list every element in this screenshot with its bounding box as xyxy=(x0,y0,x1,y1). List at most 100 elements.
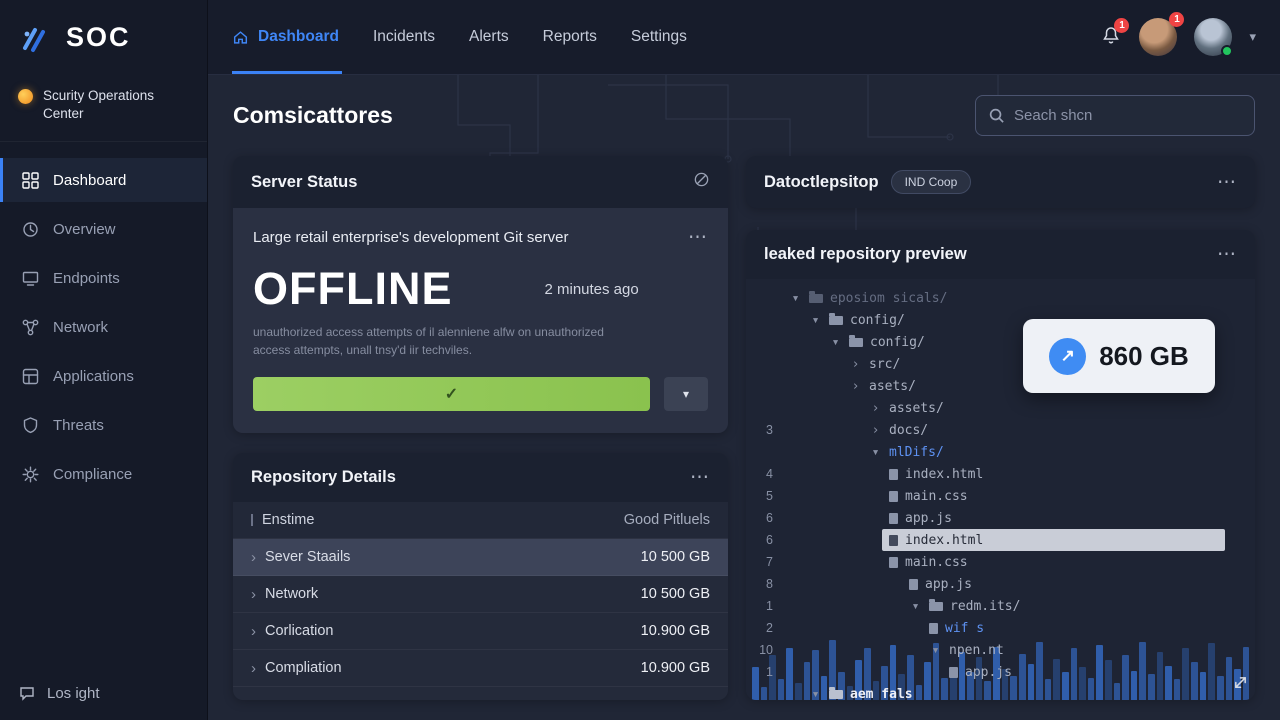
file-icon xyxy=(949,667,958,678)
search-input[interactable] xyxy=(1014,107,1242,124)
resize-handle[interactable] xyxy=(1233,675,1248,695)
tree-item-index-html[interactable]: 4index.html xyxy=(746,463,1255,485)
tree-item-main: ▾npen.nt xyxy=(922,639,1011,661)
topnav-right: 1 1 ▾ xyxy=(1100,18,1256,56)
server-menu-ellipsis-icon[interactable]: ⋯ xyxy=(688,228,708,247)
line-number: 5 xyxy=(746,489,782,503)
repository-preview-card: leaked repository preview ⋯ ▾eposiom sic… xyxy=(746,230,1255,700)
tree-item-wif-s[interactable]: 2wif s xyxy=(746,617,1255,639)
line-number: 10 xyxy=(746,643,782,657)
table-row-enstime[interactable]: EnstimeGood Pitluels xyxy=(233,502,728,539)
status-blocked-icon[interactable] xyxy=(693,171,710,193)
tree-item-label: config/ xyxy=(850,313,905,328)
sidebar-item-network[interactable]: Network xyxy=(0,305,207,349)
table-row-network[interactable]: ›Network10 500 GB xyxy=(233,576,728,613)
tree-item-npen-nt[interactable]: 10 ▾npen.nt xyxy=(746,639,1255,661)
logo: SOC xyxy=(0,0,207,75)
caret-right-icon: › xyxy=(849,379,862,394)
sidebar-item-label: Applications xyxy=(53,368,134,385)
preview-menu-ellipsis-icon[interactable]: ⋯ xyxy=(1217,245,1237,264)
tree-item-eposiom-sicals-[interactable]: ▾eposiom sicals/ xyxy=(746,287,1255,309)
table-row-compliation[interactable]: ›Compliation10.900 GB xyxy=(233,650,728,687)
repo-size-value: 860 GB xyxy=(1099,341,1189,372)
tree-item-label: assets/ xyxy=(889,401,944,416)
check-icon: ✓ xyxy=(445,386,458,403)
leak-menu-ellipsis-icon[interactable]: ⋯ xyxy=(1217,173,1237,192)
tab-reports[interactable]: Reports xyxy=(526,0,614,74)
tree-item-main: ›src/ xyxy=(842,353,907,375)
chevron-down-icon: ▾ xyxy=(683,387,689,401)
repository-preview-header: leaked repository preview ⋯ xyxy=(746,230,1255,279)
sidebar-item-logout[interactable]: Los ight xyxy=(0,666,207,720)
left-column: Server Status Large retail enterprise's … xyxy=(233,156,728,700)
sidebar-item-endpoints[interactable]: Endpoints xyxy=(0,256,207,300)
tab-incidents[interactable]: Incidents xyxy=(356,0,452,74)
tree-item-app-js[interactable]: 6app.js xyxy=(746,507,1255,529)
sidebar-item-label: Overview xyxy=(53,221,116,238)
sidebar-item-applications[interactable]: Applications xyxy=(0,354,207,398)
notifications-button[interactable]: 1 xyxy=(1100,24,1122,51)
repo-size-stat[interactable]: ↗ 860 GB xyxy=(1023,319,1215,393)
tree-item-label: app.js xyxy=(965,665,1012,680)
caret-down-icon: ▾ xyxy=(789,291,802,306)
search-box[interactable] xyxy=(975,95,1255,136)
tree-item-docs-[interactable]: 3›docs/ xyxy=(746,419,1255,441)
caret-right-icon: › xyxy=(251,623,256,640)
overview-icon xyxy=(21,220,40,239)
caret-down-icon: ▾ xyxy=(869,445,882,460)
tree-item-main: main.css xyxy=(882,551,975,573)
notification-badge: 1 xyxy=(1114,18,1129,33)
leak-source-badge: IND Coop xyxy=(891,170,972,194)
avatar-profile[interactable] xyxy=(1194,18,1232,56)
tab-dashboard[interactable]: Dashboard xyxy=(232,0,356,74)
server-status-time: 2 minutes ago xyxy=(544,281,638,298)
tree-item-main: ▾redm.its/ xyxy=(902,595,1027,617)
tree-item-main: main.css xyxy=(882,485,975,507)
avatar-badge: 1 xyxy=(1169,12,1184,27)
tree-item-mldifs-[interactable]: ▾mlDifs/ xyxy=(746,441,1255,463)
tree-item-label: app.js xyxy=(905,511,952,526)
tree-item-main: app.js xyxy=(942,661,1019,683)
row-label: Network xyxy=(265,586,318,602)
profile-chevron-down-icon[interactable]: ▾ xyxy=(1249,29,1256,45)
content-header: Comsicattores xyxy=(233,95,1255,136)
tree-item-main: ▾eposiom sicals/ xyxy=(782,287,954,309)
sidebar-item-dashboard[interactable]: Dashboard xyxy=(0,158,207,202)
network-icon xyxy=(21,318,40,337)
repository-menu-ellipsis-icon[interactable]: ⋯ xyxy=(690,468,710,487)
confirm-dropdown-button[interactable]: ▾ xyxy=(664,377,708,411)
avatar-messages[interactable]: 1 xyxy=(1139,18,1177,56)
tree-item-redm-its-[interactable]: 1▾redm.its/ xyxy=(746,595,1255,617)
tree-item-aem-fals[interactable]: ▾aem fals xyxy=(746,683,1255,700)
tree-item-main: app.js xyxy=(902,573,979,595)
tab-label: Alerts xyxy=(469,28,509,46)
app-root: SOC Scurity Operations Center DashboardO… xyxy=(0,0,1280,720)
main-area: DashboardIncidentsAlertsReportsSettings … xyxy=(208,0,1280,720)
caret-right-icon: › xyxy=(251,586,256,603)
repository-details-rows: EnstimeGood Pitluels›Sever Staails10 500… xyxy=(233,502,728,700)
tab-label: Reports xyxy=(543,28,597,46)
tree-item-app-js[interactable]: 1app.js xyxy=(746,661,1255,683)
tree-item-index-html[interactable]: 6index.html xyxy=(746,529,1255,551)
sidebar-item-label: Dashboard xyxy=(53,172,126,189)
sidebar-item-threats[interactable]: Threats xyxy=(0,403,207,447)
tab-alerts[interactable]: Alerts xyxy=(452,0,526,74)
tree-item-assets-[interactable]: › assets/ xyxy=(746,397,1255,419)
endpoints-icon xyxy=(21,269,40,288)
table-row-corlication[interactable]: ›Corlication10.900 GB xyxy=(233,613,728,650)
tree-item-main: wif s xyxy=(922,617,991,639)
tab-settings[interactable]: Settings xyxy=(614,0,704,74)
tree-item-app-js[interactable]: 8app.js xyxy=(746,573,1255,595)
sidebar-item-compliance[interactable]: Compliance xyxy=(0,452,207,496)
caret-right-icon: › xyxy=(869,423,882,438)
tree-item-label: src/ xyxy=(869,357,900,372)
tree-item-main: › assets/ xyxy=(862,397,951,419)
confirm-button[interactable]: ✓ xyxy=(253,377,650,411)
row-tick xyxy=(251,514,253,526)
row-value: 10.900 GB xyxy=(641,623,710,639)
sidebar-item-overview[interactable]: Overview xyxy=(0,207,207,251)
tree-item-main-css[interactable]: 7main.css xyxy=(746,551,1255,573)
tree-item-main-css[interactable]: 5 main.css xyxy=(746,485,1255,507)
caret-right-icon: › xyxy=(869,401,882,416)
table-row-sever-staails[interactable]: ›Sever Staails10 500 GB xyxy=(233,539,728,576)
